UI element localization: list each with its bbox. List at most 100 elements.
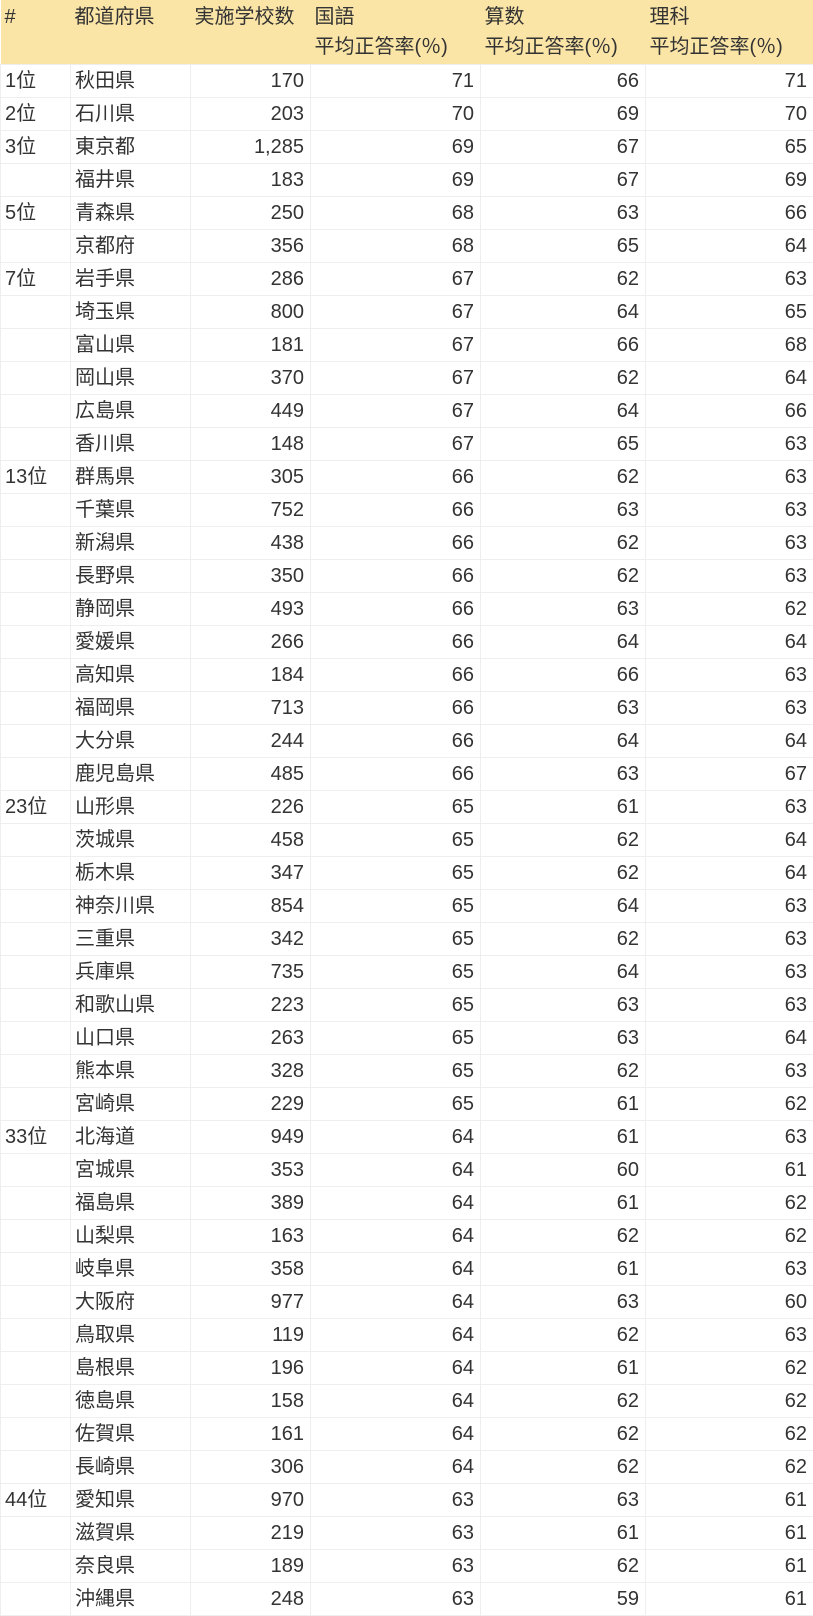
header-kokugo-sub: 平均正答率(％) (315, 36, 448, 58)
rank-cell (1, 692, 71, 725)
rika-cell: 63 (646, 461, 813, 494)
rank-cell (1, 1022, 71, 1055)
rank-cell (1, 1352, 71, 1385)
table-row: 宮崎県229656162 (1, 1088, 813, 1121)
header-kokugo-title: 国語 (315, 6, 355, 28)
schools-cell: 854 (191, 890, 311, 923)
sansuu-cell: 61 (481, 1352, 646, 1385)
kokugo-cell: 65 (311, 956, 481, 989)
rika-cell: 70 (646, 98, 813, 131)
rank-cell (1, 1550, 71, 1583)
kokugo-cell: 66 (311, 626, 481, 659)
prefecture-cell: 千葉県 (71, 494, 191, 527)
table-row: 福岡県713666363 (1, 692, 813, 725)
rank-cell (1, 1088, 71, 1121)
table-row: 神奈川県854656463 (1, 890, 813, 923)
prefecture-cell: 福岡県 (71, 692, 191, 725)
kokugo-cell: 63 (311, 1550, 481, 1583)
prefecture-cell: 広島県 (71, 395, 191, 428)
schools-cell: 370 (191, 362, 311, 395)
schools-cell: 713 (191, 692, 311, 725)
kokugo-cell: 69 (311, 131, 481, 164)
rika-cell: 64 (646, 857, 813, 890)
sansuu-cell: 64 (481, 395, 646, 428)
kokugo-cell: 65 (311, 1055, 481, 1088)
sansuu-cell: 67 (481, 131, 646, 164)
sansuu-cell: 69 (481, 98, 646, 131)
sansuu-cell: 66 (481, 659, 646, 692)
prefecture-cell: 滋賀県 (71, 1517, 191, 1550)
kokugo-cell: 71 (311, 65, 481, 98)
kokugo-cell: 65 (311, 857, 481, 890)
schools-cell: 163 (191, 1220, 311, 1253)
rika-cell: 66 (646, 395, 813, 428)
sansuu-cell: 60 (481, 1154, 646, 1187)
schools-cell: 158 (191, 1385, 311, 1418)
prefecture-cell: 徳島県 (71, 1385, 191, 1418)
sansuu-cell: 62 (481, 1055, 646, 1088)
prefecture-cell: 岩手県 (71, 263, 191, 296)
rika-cell: 66 (646, 197, 813, 230)
kokugo-cell: 64 (311, 1154, 481, 1187)
rank-cell (1, 164, 71, 197)
rank-cell (1, 296, 71, 329)
prefecture-cell: 福井県 (71, 164, 191, 197)
table-row: 新潟県438666263 (1, 527, 813, 560)
rika-cell: 61 (646, 1154, 813, 1187)
rank-cell (1, 329, 71, 362)
rika-cell: 63 (646, 428, 813, 461)
table-row: 高知県184666663 (1, 659, 813, 692)
schools-cell: 305 (191, 461, 311, 494)
header-sansuu-sub: 平均正答率(％) (485, 36, 618, 58)
prefecture-cell: 神奈川県 (71, 890, 191, 923)
rank-cell (1, 230, 71, 263)
table-row: 広島県449676466 (1, 395, 813, 428)
kokugo-cell: 63 (311, 1517, 481, 1550)
ranking-table: # 都道府県 実施学校数 国語 平均正答率(％) 算数 平均正答率(％) 理科 … (0, 0, 813, 1616)
table-row: 2位石川県203706970 (1, 98, 813, 131)
sansuu-cell: 61 (481, 791, 646, 824)
table-row: 山梨県163646262 (1, 1220, 813, 1253)
table-row: 7位岩手県286676263 (1, 263, 813, 296)
schools-cell: 148 (191, 428, 311, 461)
prefecture-cell: 岐阜県 (71, 1253, 191, 1286)
rika-cell: 71 (646, 65, 813, 98)
prefecture-cell: 栃木県 (71, 857, 191, 890)
schools-cell: 752 (191, 494, 311, 527)
kokugo-cell: 66 (311, 758, 481, 791)
rika-cell: 64 (646, 1022, 813, 1055)
rika-cell: 63 (646, 956, 813, 989)
kokugo-cell: 66 (311, 494, 481, 527)
header-sansuu: 算数 平均正答率(％) (481, 0, 646, 65)
schools-cell: 485 (191, 758, 311, 791)
schools-cell: 286 (191, 263, 311, 296)
table-row: 奈良県189636261 (1, 1550, 813, 1583)
rank-cell (1, 758, 71, 791)
table-row: 長崎県306646262 (1, 1451, 813, 1484)
prefecture-cell: 熊本県 (71, 1055, 191, 1088)
sansuu-cell: 62 (481, 461, 646, 494)
sansuu-cell: 62 (481, 857, 646, 890)
sansuu-cell: 62 (481, 1385, 646, 1418)
kokugo-cell: 65 (311, 923, 481, 956)
rika-cell: 69 (646, 164, 813, 197)
rika-cell: 62 (646, 1352, 813, 1385)
table-row: 3位東京都1,285696765 (1, 131, 813, 164)
rank-cell (1, 1451, 71, 1484)
prefecture-cell: 青森県 (71, 197, 191, 230)
rika-cell: 60 (646, 1286, 813, 1319)
sansuu-cell: 59 (481, 1583, 646, 1616)
table-row: 岐阜県358646163 (1, 1253, 813, 1286)
header-sansuu-title: 算数 (485, 6, 525, 28)
kokugo-cell: 65 (311, 890, 481, 923)
table-row: 滋賀県219636161 (1, 1517, 813, 1550)
schools-cell: 356 (191, 230, 311, 263)
prefecture-cell: 宮城県 (71, 1154, 191, 1187)
table-row: 鳥取県119646263 (1, 1319, 813, 1352)
header-rank: # (1, 0, 71, 65)
table-header: # 都道府県 実施学校数 国語 平均正答率(％) 算数 平均正答率(％) 理科 … (1, 0, 813, 65)
table-row: 大阪府977646360 (1, 1286, 813, 1319)
table-row: 香川県148676563 (1, 428, 813, 461)
rika-cell: 63 (646, 989, 813, 1022)
rank-cell (1, 494, 71, 527)
